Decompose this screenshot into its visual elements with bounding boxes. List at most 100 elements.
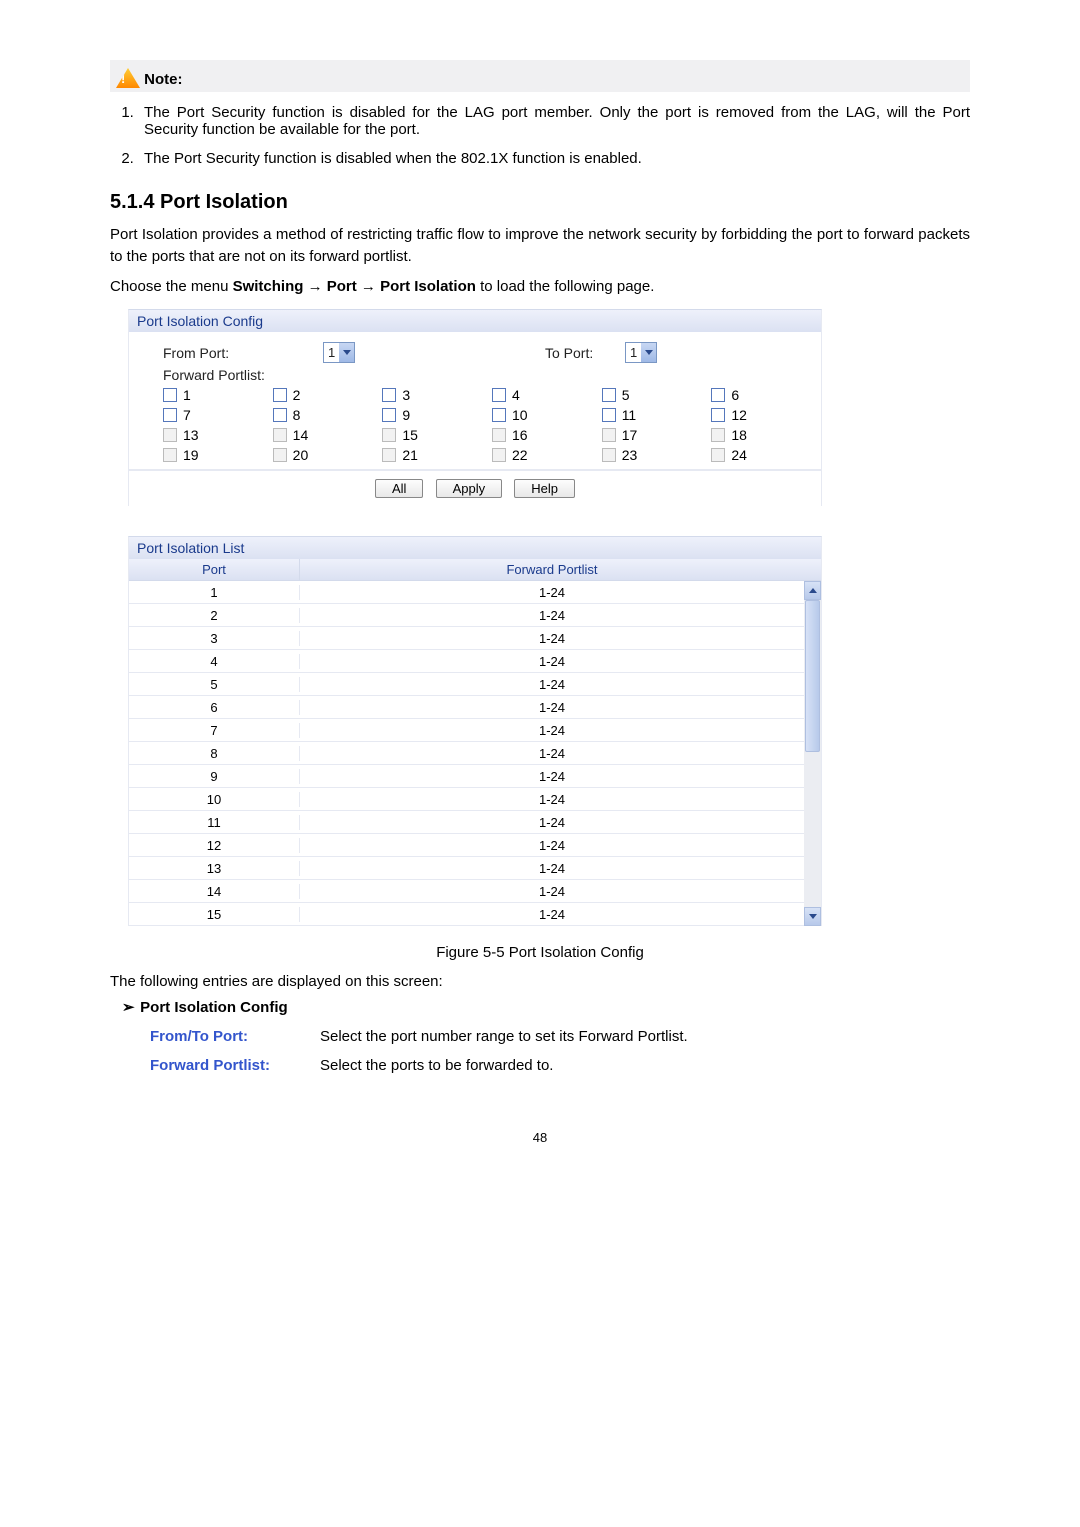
checkbox-icon: [273, 388, 287, 402]
scroll-up-button[interactable]: [804, 581, 821, 600]
list-cell-port: 5: [129, 677, 300, 692]
port-checkbox-8[interactable]: 8: [273, 407, 383, 423]
port-label: 12: [731, 407, 747, 423]
from-port-select[interactable]: 1: [323, 342, 355, 363]
list-row: 71-24: [129, 719, 804, 742]
field-name: From/To Port:: [150, 1028, 320, 1045]
list-row: 21-24: [129, 604, 804, 627]
checkbox-icon: [492, 388, 506, 402]
list-cell-port: 14: [129, 884, 300, 899]
list-row: 41-24: [129, 650, 804, 673]
field-desc: Select the port number range to set its …: [320, 1028, 970, 1045]
port-checkbox-16[interactable]: 16: [492, 427, 602, 443]
checkbox-icon: [382, 448, 396, 462]
list-cell-port: 2: [129, 608, 300, 623]
forward-portlist-label: Forward Portlist:: [163, 367, 323, 383]
page-number: 48: [110, 1130, 970, 1145]
list-cell-fwd: 1-24: [300, 585, 804, 600]
port-checkbox-19[interactable]: 19: [163, 447, 273, 463]
checkbox-icon: [382, 428, 396, 442]
checkbox-icon: [273, 428, 287, 442]
apply-button[interactable]: Apply: [436, 479, 503, 498]
port-label: 4: [512, 387, 520, 403]
checkbox-icon: [492, 448, 506, 462]
note-label: Note:: [144, 71, 182, 88]
to-port-select[interactable]: 1: [625, 342, 657, 363]
port-checkbox-22[interactable]: 22: [492, 447, 602, 463]
port-label: 16: [512, 427, 528, 443]
all-button[interactable]: All: [375, 479, 423, 498]
list-cell-port: 9: [129, 769, 300, 784]
to-port-value: 1: [626, 345, 641, 360]
port-checkbox-12[interactable]: 12: [711, 407, 821, 423]
list-cell-port: 8: [129, 746, 300, 761]
section-para-1: Port Isolation provides a method of rest…: [110, 224, 970, 268]
port-label: 2: [293, 387, 301, 403]
list-cell-port: 12: [129, 838, 300, 853]
port-label: 24: [731, 447, 747, 463]
list-row: 81-24: [129, 742, 804, 765]
list-cell-port: 13: [129, 861, 300, 876]
list-row: 31-24: [129, 627, 804, 650]
chevron-down-icon: [809, 914, 817, 919]
checkbox-icon: [602, 388, 616, 402]
port-checkbox-9[interactable]: 9: [382, 407, 492, 423]
list-cell-fwd: 1-24: [300, 700, 804, 715]
list-row: 111-24: [129, 811, 804, 834]
port-checkbox-15[interactable]: 15: [382, 427, 492, 443]
field-row: Forward Portlist:Select the ports to be …: [150, 1051, 970, 1080]
port-checkbox-3[interactable]: 3: [382, 387, 492, 403]
list-row: 131-24: [129, 857, 804, 880]
checkbox-icon: [163, 408, 177, 422]
port-label: 7: [183, 407, 191, 423]
scroll-track[interactable]: [804, 600, 821, 907]
checkbox-icon: [711, 408, 725, 422]
port-label: 14: [293, 427, 309, 443]
bullet-title: Port Isolation Config: [140, 999, 288, 1016]
list-cell-fwd: 1-24: [300, 746, 804, 761]
port-checkbox-4[interactable]: 4: [492, 387, 602, 403]
port-checkbox-24[interactable]: 24: [711, 447, 821, 463]
list-row: 101-24: [129, 788, 804, 811]
list-row: 51-24: [129, 673, 804, 696]
list-cell-port: 4: [129, 654, 300, 669]
scroll-thumb[interactable]: [805, 600, 820, 752]
scrollbar[interactable]: [804, 581, 821, 926]
port-checkbox-20[interactable]: 20: [273, 447, 383, 463]
list-row: 141-24: [129, 880, 804, 903]
port-checkbox-5[interactable]: 5: [602, 387, 712, 403]
port-checkbox-23[interactable]: 23: [602, 447, 712, 463]
checkbox-icon: [602, 448, 616, 462]
help-button[interactable]: Help: [514, 479, 575, 498]
list-cell-fwd: 1-24: [300, 723, 804, 738]
port-checkbox-2[interactable]: 2: [273, 387, 383, 403]
port-checkbox-7[interactable]: 7: [163, 407, 273, 423]
port-checkbox-13[interactable]: 13: [163, 427, 273, 443]
list-cell-fwd: 1-24: [300, 838, 804, 853]
port-checkbox-10[interactable]: 10: [492, 407, 602, 423]
checkbox-icon: [492, 428, 506, 442]
note-block: Note:: [110, 60, 970, 92]
port-checkbox-14[interactable]: 14: [273, 427, 383, 443]
forward-portlist-grid: 123456789101112131415161718192021222324: [129, 385, 821, 465]
field-name: Forward Portlist:: [150, 1057, 320, 1074]
scroll-down-button[interactable]: [804, 907, 821, 926]
port-checkbox-11[interactable]: 11: [602, 407, 712, 423]
checkbox-icon: [602, 428, 616, 442]
list-col-port: Port: [129, 559, 300, 580]
port-label: 1: [183, 387, 191, 403]
port-checkbox-21[interactable]: 21: [382, 447, 492, 463]
note-list: The Port Security function is disabled f…: [110, 100, 970, 175]
list-row: 91-24: [129, 765, 804, 788]
checkbox-icon: [163, 428, 177, 442]
port-checkbox-6[interactable]: 6: [711, 387, 821, 403]
port-checkbox-17[interactable]: 17: [602, 427, 712, 443]
figure-caption: Figure 5-5 Port Isolation Config: [110, 944, 970, 961]
port-checkbox-1[interactable]: 1: [163, 387, 273, 403]
port-isolation-list-panel: Port Isolation List Port Forward Portlis…: [128, 536, 822, 926]
list-row: 61-24: [129, 696, 804, 719]
chevron-down-icon: [339, 343, 354, 362]
checkbox-icon: [382, 388, 396, 402]
port-checkbox-18[interactable]: 18: [711, 427, 821, 443]
checkbox-icon: [602, 408, 616, 422]
